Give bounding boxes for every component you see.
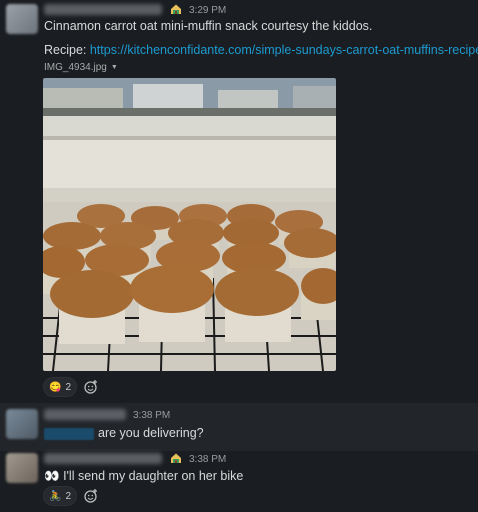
message-2: 3:38 PM are you delivering?	[0, 403, 478, 451]
message-text: are you delivering?	[98, 426, 204, 440]
recipe-prefix: Recipe:	[44, 43, 90, 57]
chevron-down-icon[interactable]: ▼	[111, 64, 118, 71]
file-name-text: IMG_4934.jpg	[44, 62, 107, 73]
add-reaction-icon[interactable]	[83, 379, 99, 395]
reaction-emoji: 🚴	[49, 490, 62, 502]
recipe-line: Recipe: https://kitchenconfidante.com/si…	[44, 43, 478, 57]
file-name[interactable]: IMG_4934.jpg ▼	[44, 62, 118, 73]
eyes-emoji: 👀	[44, 469, 60, 483]
message-text-line: 👀 I'll send my daughter on her bike	[44, 469, 243, 484]
reaction-bike[interactable]: 🚴 2	[43, 486, 78, 506]
reaction-count: 2	[65, 490, 72, 502]
house-icon	[171, 453, 181, 463]
house-icon	[171, 4, 181, 14]
message-3: 3:38 PM 👀 I'll send my daughter on her b…	[0, 451, 478, 512]
sender-name[interactable]	[44, 453, 162, 464]
timestamp[interactable]: 3:29 PM	[189, 5, 226, 16]
timestamp[interactable]: 3:38 PM	[133, 410, 170, 421]
message-text: Cinnamon carrot oat mini-muffin snack co…	[44, 19, 373, 33]
add-reaction-icon[interactable]	[83, 488, 99, 504]
message-1: 3:29 PM Cinnamon carrot oat mini-muffin …	[0, 0, 478, 400]
timestamp[interactable]: 3:38 PM	[189, 454, 226, 465]
reaction-emoji: 😋	[49, 381, 62, 393]
user-mention[interactable]	[44, 427, 94, 440]
avatar[interactable]	[6, 453, 38, 483]
attached-image[interactable]	[43, 78, 336, 371]
avatar[interactable]	[6, 409, 38, 439]
reaction-count: 2	[65, 381, 72, 393]
message-text: I'll send my daughter on her bike	[63, 469, 244, 483]
avatar[interactable]	[6, 4, 38, 34]
sender-name[interactable]	[44, 4, 162, 15]
reaction-yum[interactable]: 😋 2	[43, 377, 78, 397]
recipe-link[interactable]: https://kitchenconfidante.com/simple-sun…	[90, 43, 478, 57]
message-text-line: are you delivering?	[44, 426, 204, 440]
muffin-photo	[43, 78, 336, 371]
sender-name[interactable]	[44, 409, 126, 420]
